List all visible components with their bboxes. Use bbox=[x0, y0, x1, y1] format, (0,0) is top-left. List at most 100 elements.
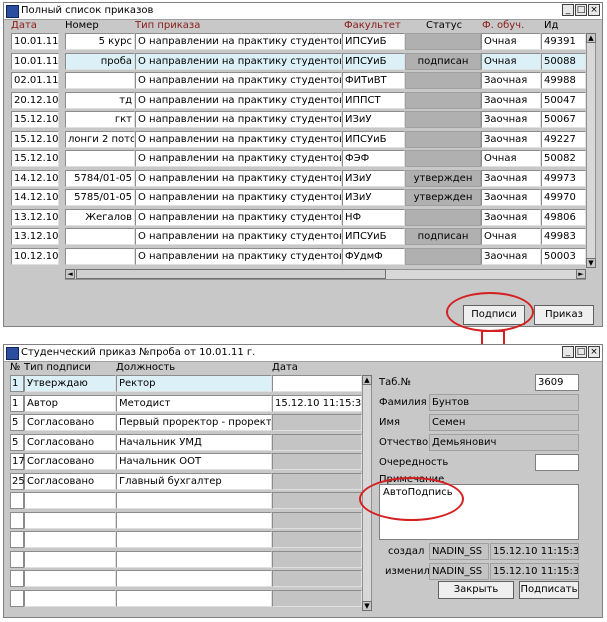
orders-cell-status[interactable]: подписан bbox=[405, 228, 481, 245]
signature-cell-date[interactable] bbox=[272, 414, 362, 431]
col-header-date[interactable]: Дата bbox=[11, 20, 37, 32]
orders-cell-id[interactable]: 49806 bbox=[541, 208, 586, 226]
orders-cell-status[interactable] bbox=[405, 130, 481, 148]
orders-cell-faculty[interactable]: ИПСУиБ bbox=[342, 52, 405, 70]
orders-cell-number[interactable]: лонги 2 поток bbox=[65, 130, 135, 148]
orders-cell-date[interactable]: 14.12.10 bbox=[11, 189, 59, 206]
orders-cell-status[interactable]: утвержден bbox=[405, 169, 481, 187]
orders-cell-form[interactable]: Заочная bbox=[481, 72, 541, 89]
signature-cell-position[interactable]: Ректор bbox=[116, 375, 272, 392]
signature-cell-date[interactable] bbox=[272, 511, 362, 529]
signature-cell-date[interactable]: 15.12.10 11:15:33 bbox=[272, 394, 362, 412]
signature-row-number[interactable]: 5 bbox=[10, 433, 24, 451]
orders-cell-id[interactable]: 49988 bbox=[541, 72, 586, 89]
orders-cell-id[interactable]: 49391 bbox=[541, 33, 586, 50]
orders-cell-number[interactable]: 5785/01-05 bbox=[65, 189, 135, 206]
orders-cell-id[interactable]: 49227 bbox=[541, 130, 586, 148]
col-header-sign-date[interactable]: Дата bbox=[272, 362, 298, 374]
orders-cell-type[interactable]: О направлении на практику студентов bbox=[135, 91, 342, 109]
signature-row-number[interactable] bbox=[10, 570, 24, 587]
orders-cell-number[interactable]: 5 курс bbox=[65, 33, 135, 50]
orders-cell-date[interactable]: 13.12.10 bbox=[11, 208, 59, 226]
orders-vertical-scrollbar[interactable]: ▲ ▼ bbox=[586, 33, 596, 268]
signature-row-number[interactable] bbox=[10, 550, 24, 568]
orders-cell-status[interactable] bbox=[405, 247, 481, 265]
close-button[interactable]: × bbox=[588, 346, 600, 358]
orders-cell-form[interactable]: Заочная bbox=[481, 111, 541, 128]
col-header-type[interactable]: Тип приказа bbox=[135, 20, 200, 32]
signature-cell-type[interactable] bbox=[24, 492, 116, 509]
orders-cell-form[interactable]: Заочная bbox=[481, 169, 541, 187]
order-signatures-titlebar[interactable]: Студенческий приказ №проба от 10.01.11 г… bbox=[4, 345, 602, 362]
orders-cell-status[interactable] bbox=[405, 72, 481, 89]
orders-cell-form[interactable]: Заочная bbox=[481, 208, 541, 226]
signature-cell-date[interactable] bbox=[272, 589, 362, 607]
orders-cell-faculty[interactable]: ФИТиВТ bbox=[342, 72, 405, 89]
scroll-right-arrow-icon[interactable]: ► bbox=[576, 269, 586, 279]
orders-cell-type[interactable]: О направлении на практику студентов bbox=[135, 72, 342, 89]
close-form-button[interactable]: Закрыть bbox=[438, 581, 514, 599]
orders-cell-number[interactable]: тд bbox=[65, 91, 135, 109]
orders-cell-form[interactable]: Заочная bbox=[481, 189, 541, 206]
orders-cell-faculty[interactable]: ФЭФ bbox=[342, 150, 405, 167]
order-field[interactable] bbox=[535, 454, 579, 471]
signature-cell-type[interactable]: Согласовано bbox=[24, 414, 116, 431]
orders-horizontal-scrollbar[interactable]: ◄ ► bbox=[65, 269, 586, 280]
orders-cell-type[interactable]: О направлении на практику студентов bbox=[135, 247, 342, 265]
signature-cell-type[interactable]: Автор bbox=[24, 394, 116, 412]
signature-cell-position[interactable]: Начальник ООТ bbox=[116, 453, 272, 470]
minimize-button[interactable]: _ bbox=[562, 4, 574, 16]
signature-cell-position[interactable]: Главный бухгалтер bbox=[116, 472, 272, 490]
signature-row-number[interactable] bbox=[10, 492, 24, 509]
orders-cell-number[interactable]: 5784/01-05 bbox=[65, 169, 135, 187]
orders-cell-faculty[interactable]: ИПСУиБ bbox=[342, 130, 405, 148]
orders-cell-date[interactable]: 15.12.10 bbox=[11, 150, 59, 167]
orders-cell-id[interactable]: 49973 bbox=[541, 169, 586, 187]
scroll-down-arrow-icon[interactable]: ▼ bbox=[586, 258, 596, 268]
orders-cell-type[interactable]: О направлении на практику студентов bbox=[135, 189, 342, 206]
orders-cell-id[interactable]: 49970 bbox=[541, 189, 586, 206]
orders-cell-number[interactable]: Жегалов bbox=[65, 208, 135, 226]
signature-cell-position[interactable]: Начальник УМД bbox=[116, 433, 272, 451]
maximize-button[interactable]: □ bbox=[575, 346, 587, 358]
orders-cell-date[interactable]: 20.12.10 bbox=[11, 91, 59, 109]
orders-cell-form[interactable]: Заочная bbox=[481, 91, 541, 109]
orders-cell-id[interactable]: 50047 bbox=[541, 91, 586, 109]
orders-cell-faculty[interactable]: ИПСУиБ bbox=[342, 33, 405, 50]
orders-cell-number[interactable]: гкт bbox=[65, 111, 135, 128]
orders-cell-status[interactable] bbox=[405, 91, 481, 109]
signature-cell-type[interactable]: Согласовано bbox=[24, 433, 116, 451]
orders-cell-form[interactable]: Очная bbox=[481, 33, 541, 50]
orders-cell-faculty[interactable]: ИПСУиБ bbox=[342, 228, 405, 245]
signature-cell-type[interactable] bbox=[24, 589, 116, 607]
orders-cell-type[interactable]: О направлении на практику студентов bbox=[135, 111, 342, 128]
orders-cell-id[interactable]: 49983 bbox=[541, 228, 586, 245]
signature-cell-date[interactable] bbox=[272, 375, 362, 392]
signature-cell-date[interactable] bbox=[272, 472, 362, 490]
orders-cell-number[interactable] bbox=[65, 247, 135, 265]
signature-cell-date[interactable] bbox=[272, 492, 362, 509]
col-header-no[interactable]: № bbox=[10, 362, 20, 374]
signature-cell-position[interactable] bbox=[116, 589, 272, 607]
scroll-down-arrow-icon[interactable]: ▼ bbox=[362, 601, 372, 611]
signature-row-number[interactable]: 1 bbox=[10, 375, 24, 392]
col-header-id[interactable]: Ид bbox=[544, 20, 558, 32]
orders-cell-id[interactable]: 50082 bbox=[541, 150, 586, 167]
orders-cell-form[interactable]: Очная bbox=[481, 228, 541, 245]
signature-cell-date[interactable] bbox=[272, 433, 362, 451]
orders-cell-date[interactable]: 14.12.10 bbox=[11, 169, 59, 187]
orders-cell-form[interactable]: Заочная bbox=[481, 247, 541, 265]
orders-cell-type[interactable]: О направлении на практику студентов bbox=[135, 130, 342, 148]
signature-row-number[interactable] bbox=[10, 531, 24, 548]
signature-cell-type[interactable] bbox=[24, 550, 116, 568]
signature-cell-type[interactable] bbox=[24, 570, 116, 587]
col-header-sign-type[interactable]: Тип подписи bbox=[24, 362, 91, 374]
orders-cell-date[interactable]: 10.12.10 bbox=[11, 247, 59, 265]
signature-row-number[interactable] bbox=[10, 589, 24, 607]
minimize-button[interactable]: _ bbox=[562, 346, 574, 358]
orders-cell-number[interactable] bbox=[65, 72, 135, 89]
sign-button[interactable]: Подписать bbox=[519, 581, 579, 599]
orders-list-titlebar[interactable]: Полный список приказов _ □ × bbox=[4, 3, 602, 20]
col-header-form[interactable]: Ф. обуч. bbox=[482, 20, 524, 32]
orders-cell-number[interactable] bbox=[65, 150, 135, 167]
